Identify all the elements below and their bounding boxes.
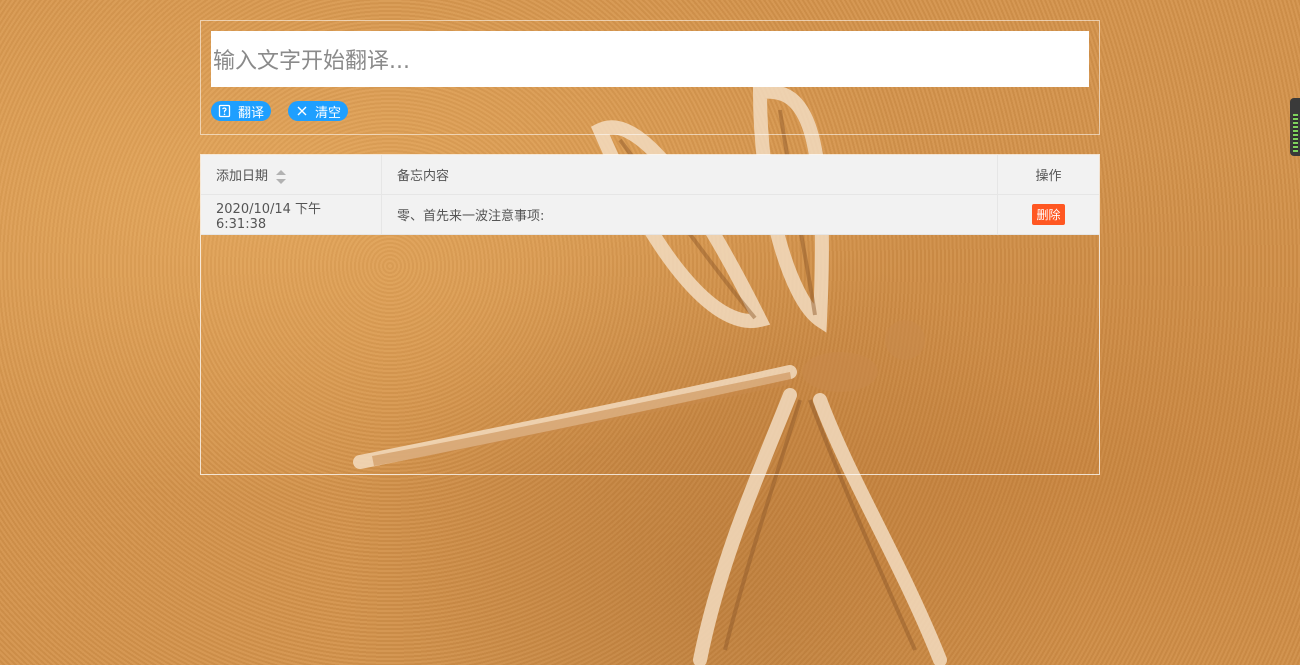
close-icon <box>295 104 309 118</box>
translate-icon <box>218 104 232 118</box>
row-date: 2020/10/14 下午6:31:38 <box>201 194 382 235</box>
clear-button[interactable]: 清空 <box>288 101 349 121</box>
table-row: 2020/10/14 下午6:31:38 零、首先来一波注意事项: 删除 <box>201 194 1099 235</box>
translate-input-wrapper <box>211 31 1089 87</box>
sort-icon[interactable] <box>276 169 287 184</box>
header-date[interactable]: 添加日期 <box>201 155 382 195</box>
memo-table: 添加日期 备忘内容 操作 2020/10/14 下午6:31:38 零、首先来一… <box>201 155 1099 235</box>
translate-button-label: 翻译 <box>238 104 265 120</box>
header-content: 备忘内容 <box>381 155 998 195</box>
volume-meter-icon <box>1293 114 1298 152</box>
table-header-row: 添加日期 备忘内容 操作 <box>201 155 1099 195</box>
side-scroll-widget[interactable] <box>1290 98 1300 156</box>
header-date-label: 添加日期 <box>216 169 269 184</box>
row-operation: 删除 <box>997 194 1099 235</box>
translator-actions: 翻译 清空 <box>211 101 349 121</box>
row-content: 零、首先来一波注意事项: <box>381 194 998 235</box>
header-operation: 操作 <box>997 155 1099 195</box>
clear-button-label: 清空 <box>315 104 342 120</box>
translate-button[interactable]: 翻译 <box>211 101 272 121</box>
translator-panel: 翻译 清空 <box>200 20 1100 135</box>
translate-input[interactable] <box>211 31 1089 87</box>
memo-table-container: 添加日期 备忘内容 操作 2020/10/14 下午6:31:38 零、首先来一… <box>200 154 1100 475</box>
delete-button[interactable]: 删除 <box>1032 204 1065 225</box>
